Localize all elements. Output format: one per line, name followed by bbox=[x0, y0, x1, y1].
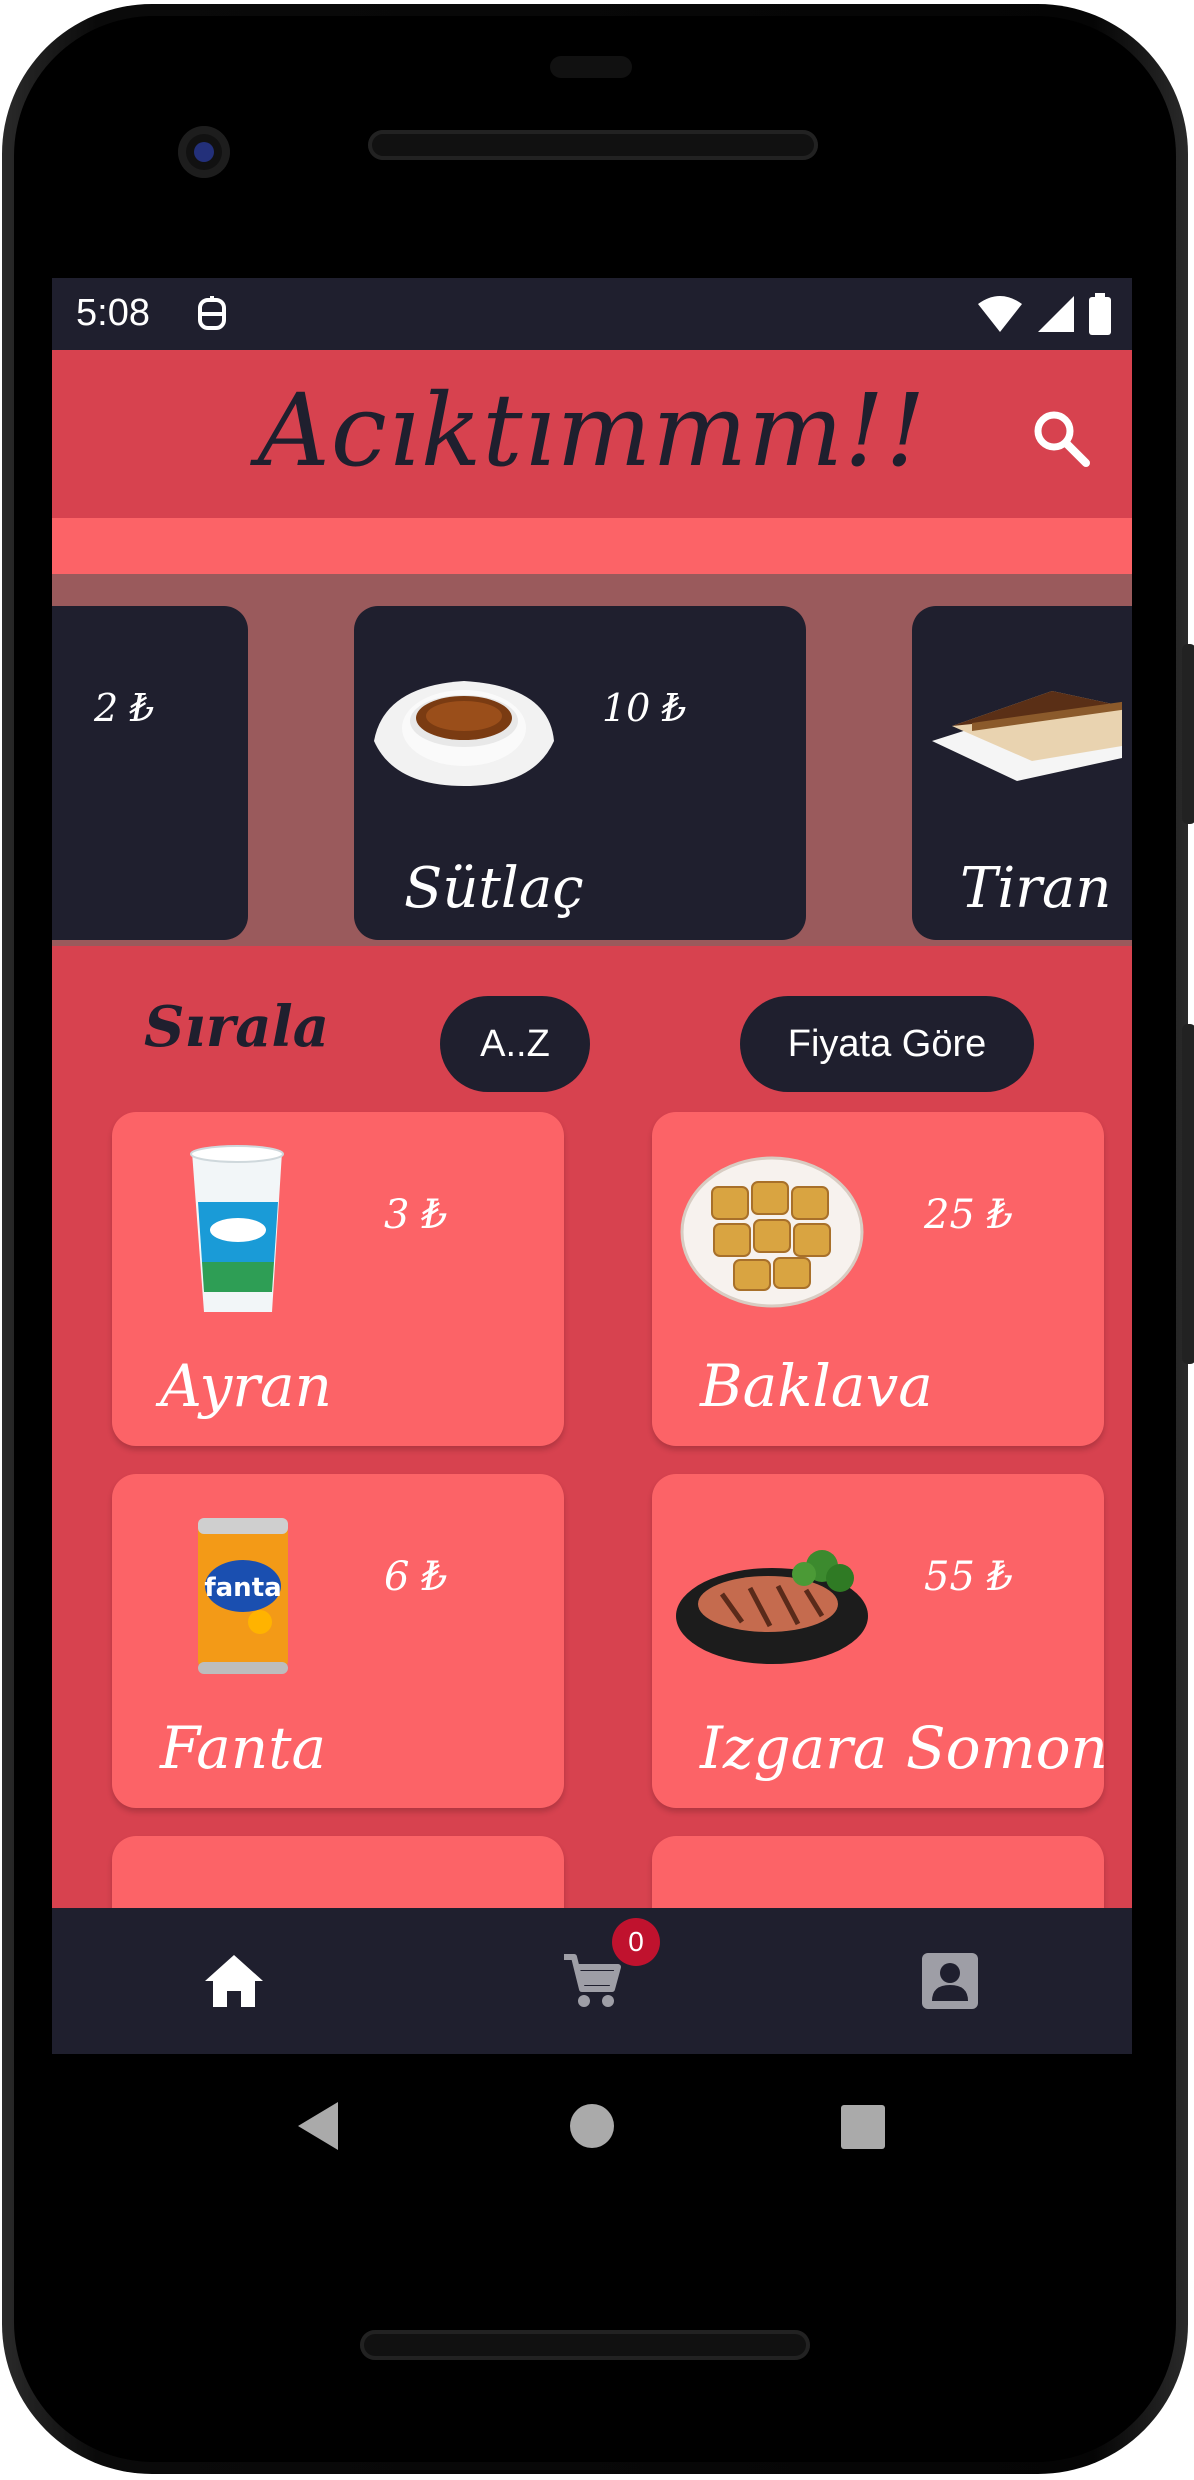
product-name: Izgara Somon bbox=[700, 1714, 1104, 1782]
grilled-salmon-image bbox=[676, 1550, 868, 1664]
carousel-price: 10 ₺ bbox=[602, 686, 687, 730]
status-time: 5:08 bbox=[76, 292, 150, 334]
carousel-card[interactable]: 2 ₺ bbox=[52, 606, 248, 940]
ayran-image bbox=[190, 1145, 284, 1312]
product-price: 25 ₺ bbox=[924, 1192, 1014, 1238]
carousel-name: Sütlaç bbox=[404, 856, 584, 921]
volume-button bbox=[1182, 1024, 1194, 1364]
home-circle-icon[interactable] bbox=[568, 2102, 616, 2150]
product-name: Ayran bbox=[160, 1352, 332, 1420]
product-card[interactable]: fanta 6 ₺ Fanta bbox=[112, 1474, 564, 1808]
product-name: Fanta bbox=[160, 1714, 327, 1782]
product-name: Baklava bbox=[700, 1352, 933, 1420]
wifi-icon bbox=[978, 296, 1022, 332]
product-price: 3 ₺ bbox=[384, 1192, 448, 1238]
carousel-card[interactable]: 10 ₺ Sütlaç bbox=[354, 606, 806, 940]
nav-home[interactable] bbox=[186, 1936, 282, 2026]
bottom-navigation: 0 bbox=[52, 1908, 1132, 2054]
search-icon[interactable] bbox=[1028, 405, 1092, 469]
svg-text:fanta: fanta bbox=[204, 1573, 281, 1603]
cart-count-badge: 0 bbox=[612, 1918, 660, 1966]
signal-icon bbox=[1038, 296, 1074, 332]
app-screen: 5:08 Acıktımmm!! 2 ₺ 10 ₺ Sütlaç Tiran S… bbox=[52, 278, 1132, 2054]
account-box-icon bbox=[922, 1953, 978, 2009]
baklava-image bbox=[680, 1156, 864, 1308]
front-camera bbox=[178, 126, 230, 178]
app-bar: Acıktımmm!! bbox=[52, 350, 1132, 518]
sort-az-button[interactable]: A..Z bbox=[440, 996, 590, 1092]
sort-label: Sırala bbox=[144, 994, 330, 1060]
carousel-price: 2 ₺ bbox=[94, 686, 155, 730]
accent-strip bbox=[52, 518, 1132, 574]
carousel-name: Tiran bbox=[960, 856, 1112, 921]
power-button bbox=[1182, 644, 1194, 824]
nav-profile[interactable] bbox=[902, 1936, 998, 2026]
fanta-image: fanta bbox=[198, 1518, 288, 1674]
product-card[interactable]: 3 ₺ Ayran bbox=[112, 1112, 564, 1446]
tiramisu-image bbox=[932, 691, 1122, 781]
status-bar: 5:08 bbox=[52, 278, 1132, 350]
product-price: 55 ₺ bbox=[924, 1554, 1014, 1600]
product-card[interactable]: 55 ₺ Izgara Somon bbox=[652, 1474, 1104, 1808]
battery-icon bbox=[1089, 293, 1111, 335]
front-sensor bbox=[550, 56, 632, 78]
bottom-speaker bbox=[360, 2330, 810, 2360]
product-price: 6 ₺ bbox=[384, 1554, 448, 1600]
featured-carousel[interactable]: 2 ₺ 10 ₺ Sütlaç Tiran bbox=[52, 574, 1132, 946]
back-icon[interactable] bbox=[294, 2098, 342, 2154]
sutlac-image bbox=[374, 681, 554, 786]
sort-price-button[interactable]: Fiyata Göre bbox=[740, 996, 1034, 1092]
earpiece-speaker bbox=[368, 130, 818, 160]
sort-section: Sırala A..Z Fiyata Göre bbox=[52, 946, 1132, 1096]
product-card[interactable]: 25 ₺ Baklava bbox=[652, 1112, 1104, 1446]
recents-square-icon[interactable] bbox=[840, 2104, 886, 2150]
cart-icon bbox=[564, 1954, 621, 2007]
system-navigation-bar bbox=[0, 2054, 1194, 2204]
carousel-card[interactable]: Tiran bbox=[912, 606, 1132, 940]
app-title: Acıktımmm!! bbox=[257, 372, 927, 489]
app-notification-icon bbox=[198, 296, 226, 330]
home-icon bbox=[205, 1955, 263, 2007]
